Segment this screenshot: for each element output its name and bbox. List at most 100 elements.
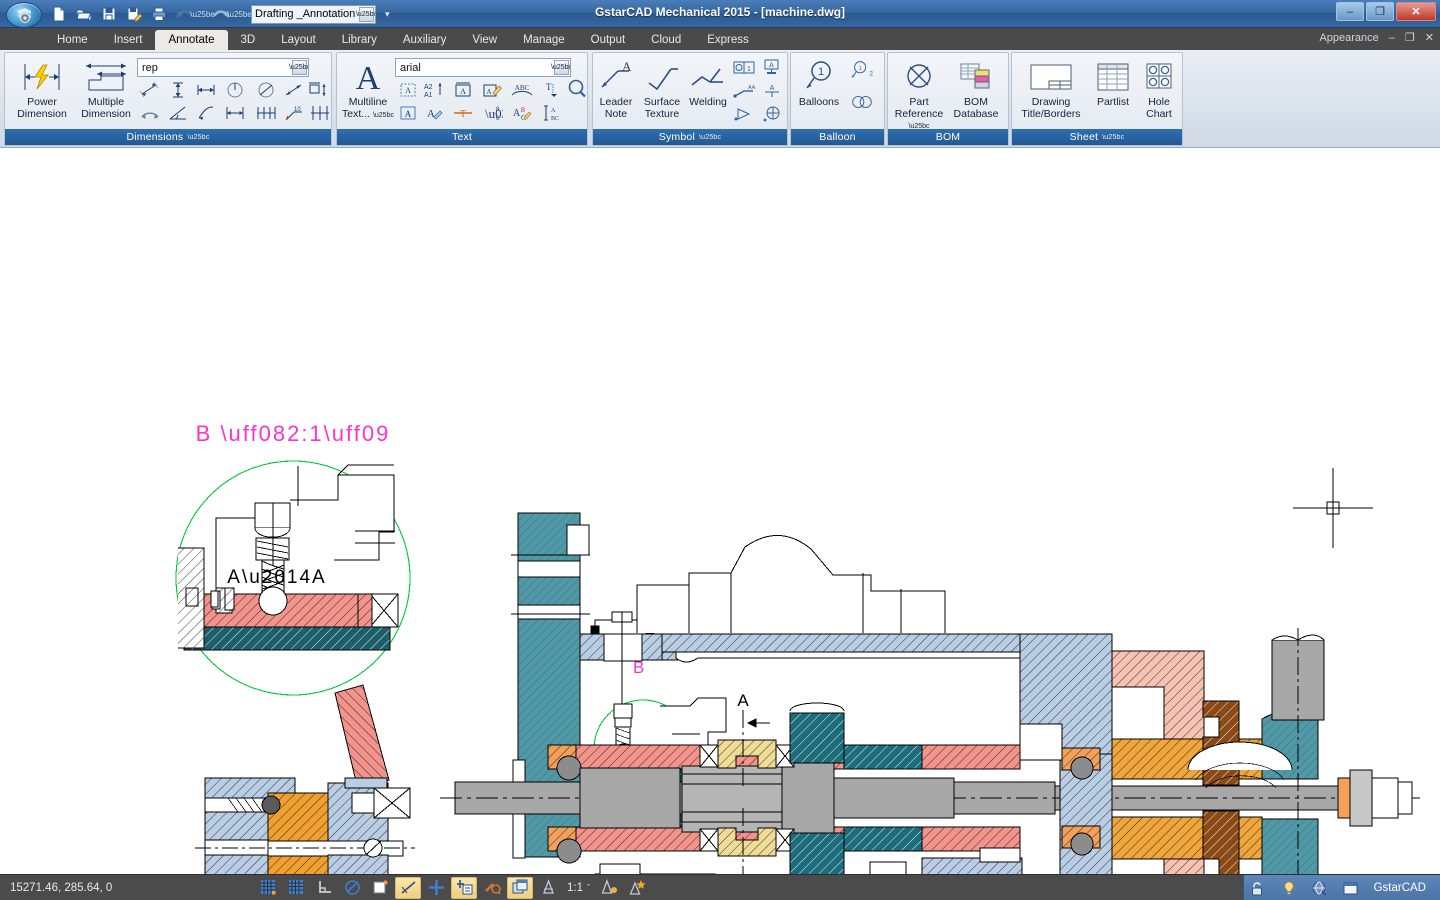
grid-display-toggle[interactable] xyxy=(283,877,309,899)
annotation-autoscale-icon[interactable] xyxy=(624,877,650,899)
panel-title-bom[interactable]: BOM xyxy=(888,129,1008,145)
feature-control-frame-icon[interactable]: 1 xyxy=(731,57,757,79)
polar-tracking-toggle[interactable] xyxy=(339,877,365,899)
angular-dimension-icon[interactable] xyxy=(165,102,191,124)
vertical-dimension-icon[interactable] xyxy=(165,79,191,101)
tab-auxiliary[interactable]: Auxiliary xyxy=(390,30,459,50)
window-restore-button[interactable]: ❐ xyxy=(1366,2,1394,21)
edge-symbol-icon[interactable]: AA xyxy=(731,80,757,102)
find-text-icon[interactable] xyxy=(565,77,589,99)
quick-access-more-icon[interactable]: ▾ xyxy=(385,9,390,20)
ribbon-minimize-button[interactable]: – xyxy=(1389,32,1395,44)
toolbar-lock-icon[interactable] xyxy=(1244,877,1272,899)
datum-target-icon[interactable] xyxy=(759,103,785,125)
object-snap-toggle[interactable] xyxy=(367,877,393,899)
balloons-button[interactable]: 1 Balloons xyxy=(791,57,847,109)
tab-view[interactable]: View xyxy=(459,30,510,50)
redo-dropdown-arrow-icon[interactable]: \u25be xyxy=(227,3,251,25)
chevron-down-icon[interactable]: ˇ xyxy=(587,883,590,893)
clean-screen-icon[interactable] xyxy=(1306,877,1334,899)
dynamic-ucs-toggle[interactable] xyxy=(423,877,449,899)
panel-title-dimensions[interactable]: Dimensions \u25bc xyxy=(5,129,331,145)
chevron-down-icon[interactable]: \u25bc xyxy=(187,134,209,141)
radius-dimension-icon[interactable] xyxy=(253,79,279,101)
arc-text-icon[interactable]: ABC xyxy=(509,79,535,101)
annotation-scale-icon[interactable] xyxy=(535,877,561,899)
bom-database-button[interactable]: BOM Database xyxy=(946,57,1006,120)
tab-cloud[interactable]: Cloud xyxy=(638,30,694,50)
dynamic-input-toggle[interactable] xyxy=(451,876,477,899)
panel-title-symbol[interactable]: Symbol \u25bc xyxy=(593,129,787,145)
baseline-dimension-icon[interactable] xyxy=(222,102,248,124)
window-close-button[interactable]: ✕ xyxy=(1396,2,1436,21)
tab-annotate[interactable]: Annotate xyxy=(155,30,228,50)
chevron-down-icon[interactable]: \u25bc xyxy=(551,60,570,75)
chain-dimension-icon[interactable] xyxy=(253,102,279,124)
dimension-edit-icon[interactable]: 10 xyxy=(281,102,307,124)
text-spellcheck-icon[interactable]: ABC xyxy=(509,102,535,124)
save-as-icon[interactable] xyxy=(123,3,145,25)
text-sum-icon[interactable]: \u03a386 xyxy=(479,102,505,124)
collect-balloon-icon[interactable] xyxy=(849,91,875,113)
tab-output[interactable]: Output xyxy=(578,30,639,50)
text-align-icon[interactable]: A BC xyxy=(539,102,565,124)
welding-button[interactable]: Welding xyxy=(685,57,731,109)
model-space-toggle[interactable] xyxy=(507,876,533,899)
ribbon-close-button[interactable]: ✕ xyxy=(1425,31,1434,44)
ordinate-dimension-icon[interactable] xyxy=(193,102,219,124)
tab-library[interactable]: Library xyxy=(329,30,390,50)
text-box-icon[interactable]: A xyxy=(395,79,421,101)
application-menu-button[interactable] xyxy=(6,2,42,28)
appearance-label[interactable]: Appearance xyxy=(1319,32,1378,44)
multiple-dimension-button[interactable]: Multiple Dimension xyxy=(75,57,137,120)
tab-home[interactable]: Home xyxy=(44,30,101,50)
tab-insert[interactable]: Insert xyxy=(101,30,156,50)
tab-layout[interactable]: Layout xyxy=(268,30,329,50)
tab-manage[interactable]: Manage xyxy=(510,30,578,50)
chevron-down-icon[interactable]: \u25bc xyxy=(1102,134,1124,141)
new-file-icon[interactable] xyxy=(48,3,70,25)
horizontal-dimension-icon[interactable] xyxy=(193,79,219,101)
drawing-title-borders-button[interactable]: Drawing Title/Borders xyxy=(1012,57,1090,120)
annotation-scale-selector[interactable]: 1:1 ˇ xyxy=(563,882,594,894)
annotation-visibility-icon[interactable] xyxy=(596,877,622,899)
text-strikeout-icon[interactable]: T xyxy=(450,102,476,124)
coordinate-readout[interactable]: 15271.46, 285.64, 0 xyxy=(0,882,255,894)
undo-dropdown-arrow-icon[interactable]: \u25be xyxy=(190,3,214,25)
text-style-combo[interactable]: arial \u25bc xyxy=(395,58,571,77)
osnap-tracking-toggle[interactable] xyxy=(395,876,421,899)
power-dimension-button[interactable]: Power Dimension xyxy=(11,57,73,120)
lineweight-toggle[interactable] xyxy=(479,877,505,899)
datum-identifier-icon[interactable]: A xyxy=(759,57,785,79)
application-status-icon[interactable] xyxy=(1337,877,1365,899)
text-edit-icon[interactable]: A xyxy=(479,79,505,101)
drawing-canvas[interactable]: B \uff082:1\uff09 A\u2014A B A xyxy=(0,148,1440,874)
window-minimize-button[interactable]: – xyxy=(1336,2,1364,21)
multiline-text-button[interactable]: A Multiline Text... \u25bc xyxy=(339,57,397,121)
text-attribute-icon[interactable]: A xyxy=(395,102,421,124)
workspace-selector[interactable]: Drafting _Annotation \u25bc xyxy=(251,4,376,24)
dimension-break-icon[interactable] xyxy=(305,79,331,101)
text-stack-icon[interactable]: A2 A1 xyxy=(421,79,447,101)
leader-note-button[interactable]: A Leader Note xyxy=(593,57,639,120)
symmetric-dimension-icon[interactable] xyxy=(307,102,333,124)
surface-texture-button[interactable]: Surface Texture xyxy=(638,57,686,120)
jogged-dimension-icon[interactable] xyxy=(281,79,307,101)
panel-title-sheet[interactable]: Sheet \u25bc xyxy=(1012,129,1182,145)
tab-3d[interactable]: 3D xyxy=(228,30,269,50)
dimension-style-combo[interactable]: rep \u25bc xyxy=(137,58,309,77)
text-style-icon[interactable]: A xyxy=(421,102,447,124)
arc-length-dimension-icon[interactable] xyxy=(137,102,163,124)
aligned-dimension-icon[interactable] xyxy=(137,79,163,101)
chevron-down-icon[interactable]: \u25bc xyxy=(373,112,394,119)
panel-title-balloon[interactable]: Balloon xyxy=(791,129,884,145)
auto-balloon-icon[interactable]: 12 xyxy=(849,59,875,81)
ribbon-restore-button[interactable]: ❐ xyxy=(1405,31,1415,44)
print-icon[interactable] xyxy=(148,3,170,25)
partlist-button[interactable]: Partlist xyxy=(1088,57,1138,109)
hole-chart-button[interactable]: Hole Chart xyxy=(1136,57,1182,120)
tab-express[interactable]: Express xyxy=(694,30,762,50)
chevron-down-icon[interactable]: \u25bc xyxy=(356,6,375,22)
open-file-icon[interactable] xyxy=(73,3,95,25)
hardware-acceleration-icon[interactable] xyxy=(1275,877,1303,899)
